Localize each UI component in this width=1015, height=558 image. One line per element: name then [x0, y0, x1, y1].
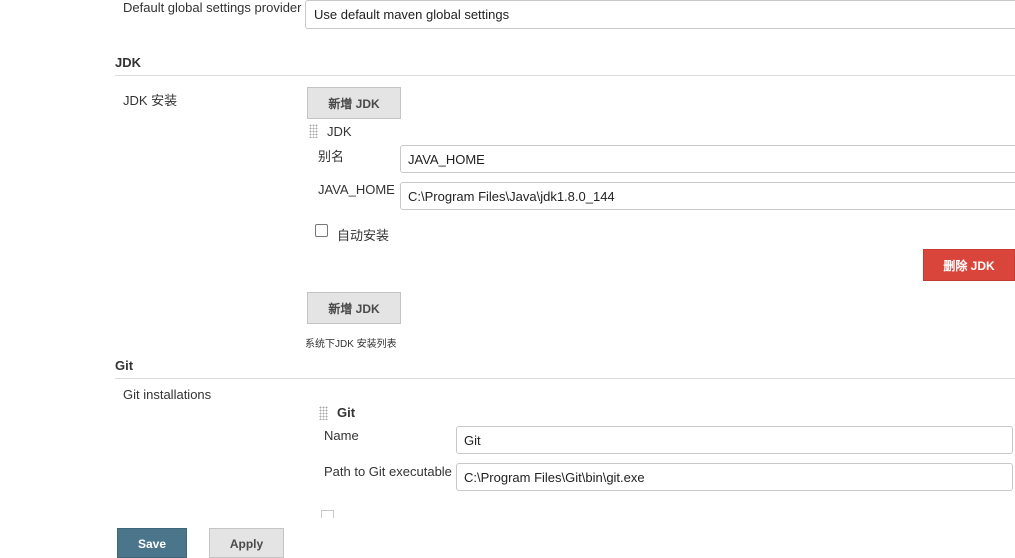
drag-handle-icon[interactable]	[319, 406, 328, 420]
partial-checkbox[interactable]	[321, 510, 334, 518]
git-path-input[interactable]	[456, 463, 1013, 491]
git-section-title: Git	[115, 358, 134, 373]
java-home-label: JAVA_HOME	[318, 182, 395, 197]
git-name-label: Name	[324, 428, 359, 443]
jdk-section-title: JDK	[115, 55, 142, 70]
git-name-input[interactable]	[456, 426, 1013, 454]
global-settings-value: Use default maven global settings	[314, 7, 510, 22]
java-home-input[interactable]	[400, 182, 1015, 210]
auto-install-checkbox[interactable]	[315, 224, 328, 237]
add-jdk-button-2[interactable]: 新增 JDK	[307, 292, 401, 324]
save-button[interactable]: Save	[117, 528, 187, 558]
git-section-divider	[115, 378, 1015, 379]
delete-jdk-button[interactable]: 删除 JDK	[923, 249, 1015, 281]
auto-install-label: 自动安装	[337, 228, 390, 243]
jdk-section-divider	[115, 75, 1015, 76]
global-settings-select[interactable]: Use default maven global settings	[305, 0, 1015, 29]
global-settings-label: Default global settings provider	[123, 0, 302, 15]
jdk-item-title: JDK	[327, 124, 352, 139]
add-jdk-button[interactable]: 新增 JDK	[307, 87, 401, 119]
git-item-title: Git	[337, 405, 356, 420]
apply-button[interactable]: Apply	[209, 528, 284, 558]
drag-handle-icon[interactable]	[309, 124, 318, 138]
jdk-alias-label: 别名	[318, 149, 345, 164]
jdk-list-hint: 系统下JDK 安装列表	[305, 339, 397, 350]
jdk-install-label: JDK 安装	[123, 93, 178, 108]
git-installations-label: Git installations	[123, 387, 212, 402]
git-path-label: Path to Git executable	[324, 464, 452, 479]
jdk-alias-input[interactable]	[400, 145, 1015, 173]
